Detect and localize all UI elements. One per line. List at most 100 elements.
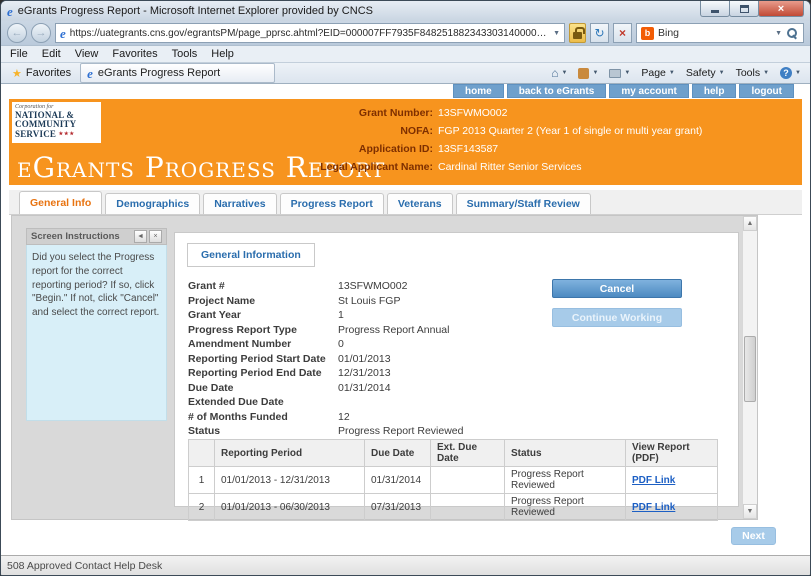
- scrollbar-thumb[interactable]: [744, 336, 756, 402]
- window-title: eGrants Progress Report - Microsoft Inte…: [18, 5, 373, 17]
- feeds-dropdown-icon: ▼: [592, 70, 598, 76]
- star-icon: ★: [12, 67, 22, 80]
- page-menu-button[interactable]: Page ▼: [636, 63, 679, 83]
- tools-dropdown-icon: ▼: [763, 70, 769, 76]
- tab-veterans[interactable]: Veterans: [387, 193, 453, 214]
- application-id-value: 13SF143587: [433, 143, 498, 155]
- field-label: Progress Report Type: [188, 324, 338, 336]
- search-box[interactable]: b Bing ▼: [636, 23, 804, 43]
- help-menu-button[interactable]: ? ▼: [775, 63, 806, 83]
- favorites-button[interactable]: ★ Favorites: [5, 63, 78, 83]
- cell-view-report: PDF Link: [626, 467, 718, 494]
- cancel-button[interactable]: Cancel: [552, 279, 682, 298]
- general-information-fields: Grant #13SFWMO002 Project NameSt Louis F…: [188, 279, 463, 439]
- scroll-down-button[interactable]: ▼: [743, 504, 757, 519]
- safety-menu-label: Safety: [686, 67, 716, 79]
- stop-button[interactable]: ×: [613, 23, 632, 43]
- close-instructions-button[interactable]: ×: [149, 230, 162, 243]
- field-label: Extended Due Date: [188, 396, 338, 408]
- tab-favicon-icon: e: [87, 67, 93, 80]
- field-row: Amendment Number0: [188, 337, 463, 352]
- close-button[interactable]: ×: [758, 1, 804, 17]
- action-buttons: Cancel Continue Working: [552, 279, 682, 327]
- tab-summary-staff-review[interactable]: Summary/Staff Review: [456, 193, 591, 214]
- home-dropdown-icon: ▼: [562, 70, 568, 76]
- browser-tab[interactable]: e eGrants Progress Report: [80, 63, 275, 83]
- tab-progress-report[interactable]: Progress Report: [280, 193, 384, 214]
- search-provider-label: Bing: [658, 27, 771, 39]
- url-dropdown-icon[interactable]: ▼: [553, 30, 560, 37]
- back-button[interactable]: ←: [7, 23, 27, 43]
- field-row: Reporting Period End Date12/31/2013: [188, 366, 463, 381]
- menu-view[interactable]: View: [68, 47, 106, 61]
- tools-menu-button[interactable]: Tools ▼: [731, 63, 774, 83]
- menu-help[interactable]: Help: [204, 47, 241, 61]
- minimize-button[interactable]: [700, 1, 730, 17]
- pdf-link[interactable]: PDF Link: [632, 475, 675, 486]
- safety-menu-button[interactable]: Safety ▼: [681, 63, 730, 83]
- screen-instructions-text: Did you select the Progress report for t…: [26, 245, 167, 421]
- nav-help-button[interactable]: help: [692, 84, 737, 98]
- favorites-bar: ★ Favorites e eGrants Progress Report ⌂ …: [1, 62, 810, 84]
- nav-logout-button[interactable]: logout: [739, 84, 794, 98]
- window-controls: ×: [701, 1, 804, 17]
- maximize-button[interactable]: [729, 1, 759, 17]
- cell-due-date: 07/31/2013: [365, 494, 431, 521]
- forward-button[interactable]: →: [31, 23, 51, 43]
- field-row: Progress Report TypeProgress Report Annu…: [188, 323, 463, 338]
- address-bar: ← → e https://uategrants.cns.gov/egrants…: [1, 21, 810, 45]
- field-label: # of Months Funded: [188, 411, 338, 423]
- url-field[interactable]: e https://uategrants.cns.gov/egrantsPM/p…: [55, 23, 565, 43]
- field-value: 01/31/2014: [338, 382, 391, 394]
- menu-tools[interactable]: Tools: [165, 47, 205, 61]
- col-row-number: [189, 440, 215, 467]
- refresh-button[interactable]: ↻: [590, 23, 609, 43]
- cell-reporting-period: 01/01/2013 - 12/31/2013: [215, 467, 365, 494]
- help-icon: ?: [780, 67, 792, 79]
- continue-working-button[interactable]: Continue Working: [552, 308, 682, 327]
- content-scrollbar[interactable]: ▲ ▼: [742, 216, 757, 519]
- cell-view-report: PDF Link: [626, 494, 718, 521]
- scroll-up-button[interactable]: ▲: [743, 216, 757, 231]
- table-header-row: Reporting Period Due Date Ext. Due Date …: [189, 440, 718, 467]
- reporting-periods-table-wrap: Reporting Period Due Date Ext. Due Date …: [188, 439, 718, 521]
- application-id-label: Application ID:: [301, 143, 433, 155]
- field-value: 12: [338, 411, 350, 423]
- security-lock-icon[interactable]: [569, 23, 586, 43]
- collapse-instructions-button[interactable]: ◄: [134, 230, 147, 243]
- page-favicon-icon: e: [60, 27, 66, 40]
- nav-home-button[interactable]: home: [453, 84, 504, 98]
- next-button[interactable]: Next: [731, 527, 776, 545]
- section-tabs: General Info Demographics Narratives Pro…: [9, 190, 802, 215]
- nav-my-account-button[interactable]: my account: [609, 84, 689, 98]
- content-area: Screen Instructions ◄ × Did you select t…: [11, 215, 758, 520]
- pdf-link[interactable]: PDF Link: [632, 502, 675, 513]
- screen-instructions-title: Screen Instructions: [31, 231, 132, 242]
- field-row: StatusProgress Report Reviewed: [188, 424, 463, 439]
- feeds-button[interactable]: ▼: [573, 63, 603, 83]
- site-nav: home back to eGrants my account help log…: [453, 84, 794, 98]
- grant-number-row: Grant Number: 13SFWMO002: [301, 104, 796, 122]
- field-label: Project Name: [188, 295, 338, 307]
- page-dropdown-icon: ▼: [669, 70, 675, 76]
- field-value: 01/01/2013: [338, 353, 391, 365]
- print-button[interactable]: ▼: [604, 63, 635, 83]
- tab-general-info[interactable]: General Info: [19, 191, 102, 214]
- tab-demographics[interactable]: Demographics: [105, 193, 200, 214]
- screen-instructions-panel: Screen Instructions ◄ × Did you select t…: [26, 228, 167, 421]
- menu-file[interactable]: File: [3, 47, 35, 61]
- menu-favorites[interactable]: Favorites: [105, 47, 164, 61]
- tab-narratives[interactable]: Narratives: [203, 193, 276, 214]
- menu-edit[interactable]: Edit: [35, 47, 68, 61]
- search-dropdown-icon[interactable]: ▼: [775, 30, 782, 37]
- logo-line-service: SERVICE ★★★: [15, 130, 98, 140]
- field-label: Grant Year: [188, 309, 338, 321]
- nav-back-to-egrants-button[interactable]: back to eGrants: [507, 84, 607, 98]
- feed-icon: [578, 68, 589, 79]
- col-ext-due-date: Ext. Due Date: [431, 440, 505, 467]
- tools-menu-label: Tools: [736, 67, 761, 79]
- home-button[interactable]: ⌂ ▼: [546, 63, 572, 83]
- field-value: 12/31/2013: [338, 367, 391, 379]
- url-text: https://uategrants.cns.gov/egrantsPM/pag…: [70, 28, 549, 39]
- search-magnifier-icon[interactable]: [786, 27, 799, 40]
